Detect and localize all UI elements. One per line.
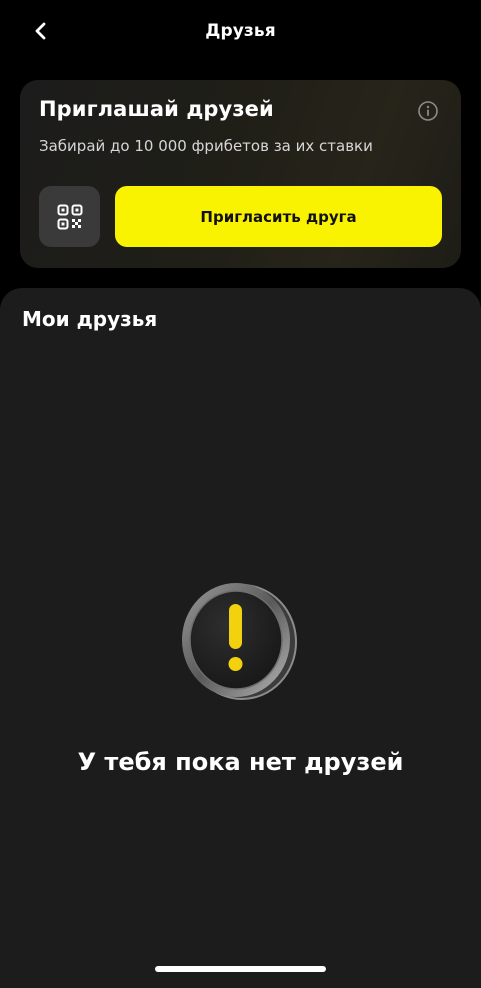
home-indicator: [155, 966, 326, 972]
page-title: Друзья: [205, 21, 276, 41]
qr-code-button[interactable]: [39, 186, 100, 247]
my-friends-section: Мои друзья У тебя пока нет друзей: [0, 288, 481, 988]
my-friends-title: Мои друзья: [22, 307, 158, 331]
info-icon: [418, 101, 438, 121]
invite-friends-card: Приглашай друзей Забирай до 10 000 фрибе…: [20, 80, 461, 268]
info-button[interactable]: [417, 100, 439, 122]
top-nav-bar: Друзья: [0, 0, 481, 64]
invite-friend-button[interactable]: Пригласить друга: [115, 186, 442, 247]
qr-code-icon: [57, 204, 82, 229]
invite-card-subtitle: Забирай до 10 000 фрибетов за их ставки: [39, 137, 373, 155]
invite-card-title: Приглашай друзей: [39, 97, 274, 121]
exclamation-coin-icon: [176, 580, 300, 704]
empty-state-message: У тебя пока нет друзей: [77, 748, 404, 776]
